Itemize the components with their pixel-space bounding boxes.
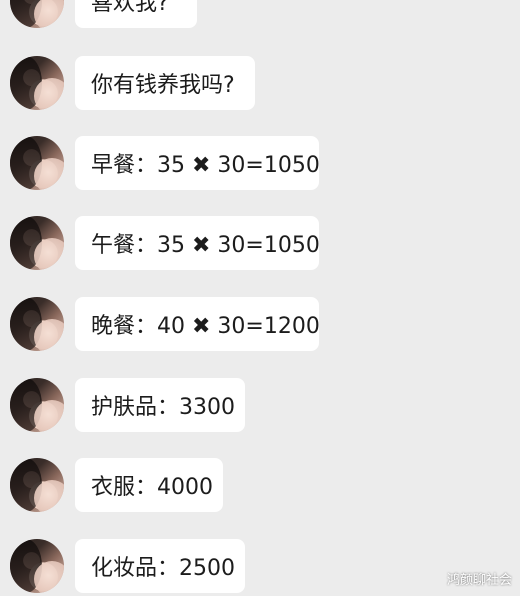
message-text: 你有钱养我吗? [91, 73, 235, 98]
message-bubble[interactable]: 化妆品：2500 [75, 539, 245, 593]
message-text: 午餐：35 ✖ 30=1050 [91, 233, 320, 258]
message-bubble[interactable]: 你有钱养我吗? [75, 56, 255, 110]
avatar[interactable] [10, 216, 64, 270]
message-text: 晚餐：40 ✖ 30=1200 [91, 314, 320, 339]
avatar[interactable] [10, 297, 64, 351]
watermark: 鸿颜聊社会 [446, 573, 512, 588]
chat-area: 喜欢我? 你有钱养我吗? 早餐：35 ✖ 30=1050 午餐：35 ✖ 30=… [0, 0, 520, 596]
message-text: 早餐：35 ✖ 30=1050 [91, 153, 320, 178]
message-text: 护肤品：3300 [91, 395, 235, 420]
message-bubble[interactable]: 护肤品：3300 [75, 378, 245, 432]
message-text: 衣服：4000 [91, 475, 213, 500]
avatar[interactable] [10, 458, 64, 512]
message-bubble[interactable]: 早餐：35 ✖ 30=1050 [75, 136, 320, 190]
message-bubble[interactable]: 衣服：4000 [75, 458, 223, 512]
avatar[interactable] [10, 0, 64, 28]
message-bubble[interactable]: 晚餐：40 ✖ 30=1200 [75, 297, 320, 351]
avatar[interactable] [10, 539, 64, 593]
message-bubble[interactable]: 喜欢我? [75, 0, 197, 28]
avatar[interactable] [10, 136, 64, 190]
message-bubble[interactable]: 午餐：35 ✖ 30=1050 [75, 216, 320, 270]
avatar[interactable] [10, 56, 64, 110]
message-text: 喜欢我? [91, 0, 169, 16]
avatar[interactable] [10, 378, 64, 432]
message-text: 化妆品：2500 [91, 556, 235, 581]
